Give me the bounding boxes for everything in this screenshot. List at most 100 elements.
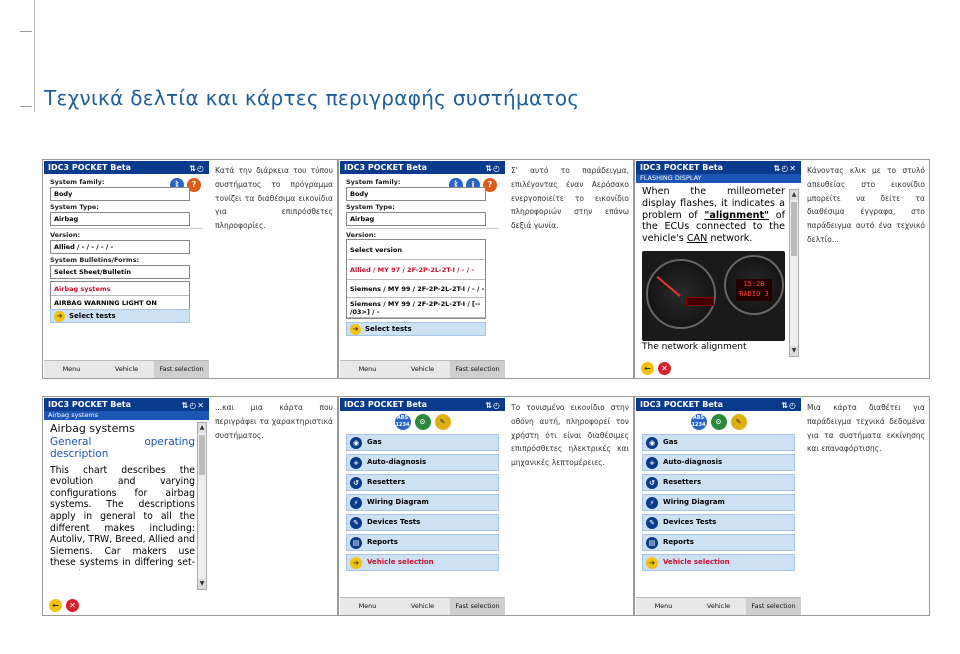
- menu-resetters[interactable]: ↺ Resetters: [346, 474, 499, 491]
- system-type-label: System Type:: [346, 203, 395, 211]
- scroll-thumb[interactable]: [791, 202, 797, 256]
- header-icons: ABS 1234 ⚙ ✎: [340, 414, 505, 430]
- list-item[interactable]: Allied / MY 97 / 2F-2P-2L-2T-I / - / -: [347, 260, 485, 280]
- system-family-label: System family:: [346, 178, 401, 186]
- scroll-down-icon[interactable]: ▼: [198, 579, 206, 589]
- panel-main-menu-card: IDC3 POCKET Beta ⇅◴ ABS 1234 ⚙ ✎ ◉ Gas + Au…: [634, 396, 930, 616]
- panel-description: Σ' αυτό το παράδειγμα, επιλέγοντας έναν …: [511, 166, 629, 231]
- wiring-icon: ⚡: [350, 497, 362, 509]
- tools-icon[interactable]: ✎: [730, 414, 747, 430]
- scroll-thumb[interactable]: [199, 435, 205, 475]
- select-tests-button[interactable]: ➔ Select tests: [50, 309, 190, 323]
- nav-menu[interactable]: Menu: [340, 598, 395, 615]
- system-type-field[interactable]: Airbag: [50, 212, 190, 226]
- select-tests-button[interactable]: ➔ Select tests: [346, 322, 486, 336]
- status-icons: ⇅◴: [485, 401, 501, 410]
- menu-label: Resetters: [663, 478, 702, 486]
- menu-wiring-diagram[interactable]: ⚡ Wiring Diagram: [642, 494, 795, 511]
- nav-vehicle[interactable]: Vehicle: [99, 361, 154, 378]
- nav-fast-selection[interactable]: Fast selection: [154, 361, 209, 378]
- close-icon[interactable]: ✕: [66, 599, 79, 612]
- menu-wiring-diagram[interactable]: ⚡ Wiring Diagram: [346, 494, 499, 511]
- wrench-icon: ✎: [646, 517, 658, 529]
- scroll-up-icon[interactable]: ▲: [198, 423, 206, 433]
- menu-vehicle-selection[interactable]: ➔ Vehicle selection: [346, 554, 499, 571]
- nav-fast-selection[interactable]: Fast selection: [746, 598, 801, 615]
- close-icon[interactable]: ✕: [658, 362, 671, 375]
- reset-icon: ↺: [646, 477, 658, 489]
- bottom-actions: ← ✕: [49, 599, 79, 612]
- panel-system-card: IDC3 POCKET Beta ⇅◴✕ Airbag systems Airba…: [42, 396, 338, 616]
- plus-icon: +: [646, 457, 658, 469]
- back-icon[interactable]: ←: [49, 599, 62, 612]
- menu-label: Auto-diagnosis: [663, 458, 723, 466]
- odometer-display: [686, 296, 714, 306]
- menu-auto-diagnosis[interactable]: + Auto-diagnosis: [642, 454, 795, 471]
- list-item[interactable]: Siemens / MY 99 / 2F-2P-2L-2T-I / - / -: [347, 280, 485, 298]
- arrow-left-icon: ➔: [646, 557, 658, 569]
- nav-menu[interactable]: Menu: [636, 598, 691, 615]
- menu-label: Resetters: [367, 478, 406, 486]
- menu-gas[interactable]: ◉ Gas: [346, 434, 499, 451]
- bulletin-select[interactable]: Select Sheet/Bulletin: [50, 265, 190, 279]
- arrow-left-icon: ➔: [350, 557, 362, 569]
- list-item[interactable]: Siemens / MY 99 / 2F-2P-2L-2T-I / [-- /0…: [347, 298, 485, 318]
- nav-menu[interactable]: Menu: [44, 361, 99, 378]
- system-type-field[interactable]: Airbag: [346, 212, 486, 226]
- menu-label: Devices Tests: [367, 518, 421, 526]
- app-title-bar: IDC3 POCKET Beta ⇅◴✕: [636, 161, 801, 174]
- engine-icon[interactable]: ⚙: [710, 414, 727, 430]
- engine-icon[interactable]: ⚙: [414, 414, 431, 430]
- menu-reports[interactable]: ▤ Reports: [642, 534, 795, 551]
- nav-fast-selection[interactable]: Fast selection: [450, 361, 505, 378]
- menu-label: Gas: [663, 438, 678, 446]
- back-icon[interactable]: ←: [641, 362, 654, 375]
- menu-reports[interactable]: ▤ Reports: [346, 534, 499, 551]
- menu-label: Wiring Diagram: [663, 498, 725, 506]
- wrench-icon: ✎: [350, 517, 362, 529]
- app-title: IDC3 POCKET Beta: [48, 400, 132, 409]
- nav-fast-selection[interactable]: Fast selection: [450, 598, 505, 615]
- nav-vehicle[interactable]: Vehicle: [395, 361, 450, 378]
- menu-devices-tests[interactable]: ✎ Devices Tests: [642, 514, 795, 531]
- bulletin-text-tail: The network alignment: [642, 341, 747, 351]
- version-field[interactable]: Allied / - / - / - / -: [50, 240, 190, 254]
- app-title-bar: IDC3 POCKET Beta ⇅◴: [340, 398, 505, 411]
- speedometer-dial: [646, 258, 716, 329]
- nav-vehicle[interactable]: Vehicle: [691, 598, 746, 615]
- list-item[interactable]: AIRBAG WARNING LIGHT ON: [51, 296, 189, 310]
- nav-vehicle[interactable]: Vehicle: [395, 598, 450, 615]
- list-item[interactable]: Airbag systems: [51, 282, 189, 296]
- menu-devices-tests[interactable]: ✎ Devices Tests: [346, 514, 499, 531]
- system-family-field[interactable]: Body: [346, 187, 486, 201]
- panel-version-select: IDC3 POCKET Beta ⇅◴ ᛒ i ? System family: …: [338, 159, 634, 379]
- version-list: Select version Allied / MY 97 / 2F-2P-2L…: [346, 239, 486, 319]
- can-link[interactable]: CAN: [687, 233, 707, 244]
- bulletin-list: Airbag systems AIRBAG WARNING LIGHT ON: [50, 281, 190, 311]
- gas-icon: ◉: [646, 437, 658, 449]
- bottom-nav: Menu Vehicle Fast selection: [340, 597, 505, 615]
- scroll-up-icon[interactable]: ▲: [790, 190, 798, 200]
- tools-icon[interactable]: ✎: [434, 414, 451, 430]
- scroll-down-icon[interactable]: ▼: [790, 346, 798, 356]
- abs-icon[interactable]: ABS 1234: [394, 414, 411, 430]
- status-icons: ⇅◴✕: [773, 164, 797, 173]
- bottom-actions: ← ✕: [641, 362, 671, 375]
- nav-menu[interactable]: Menu: [340, 361, 395, 378]
- list-item[interactable]: Select version: [347, 240, 485, 260]
- menu-gas[interactable]: ◉ Gas: [642, 434, 795, 451]
- menu-resetters[interactable]: ↺ Resetters: [642, 474, 795, 491]
- panel-description: Μια κάρτα διαθέτει για παράδειγμα τεχνικ…: [807, 403, 925, 454]
- scrollbar[interactable]: ▲ ▼: [789, 189, 799, 357]
- system-family-field[interactable]: Body: [50, 187, 190, 201]
- arrow-left-icon: ➔: [54, 311, 65, 322]
- scrollbar[interactable]: ▲ ▼: [197, 422, 207, 590]
- abs-icon[interactable]: ABS 1234: [690, 414, 707, 430]
- report-icon: ▤: [350, 537, 362, 549]
- bottom-nav: Menu Vehicle Fast selection: [44, 360, 209, 378]
- pda-screen: IDC3 POCKET Beta ⇅◴ ᛒ i ? System family: …: [340, 161, 505, 378]
- menu-vehicle-selection[interactable]: ➔ Vehicle selection: [642, 554, 795, 571]
- app-title: IDC3 POCKET Beta: [640, 400, 724, 409]
- panel-description: Το τονισμένο εικονίδιο στην οθόνη αυτή, …: [511, 403, 629, 468]
- menu-auto-diagnosis[interactable]: + Auto-diagnosis: [346, 454, 499, 471]
